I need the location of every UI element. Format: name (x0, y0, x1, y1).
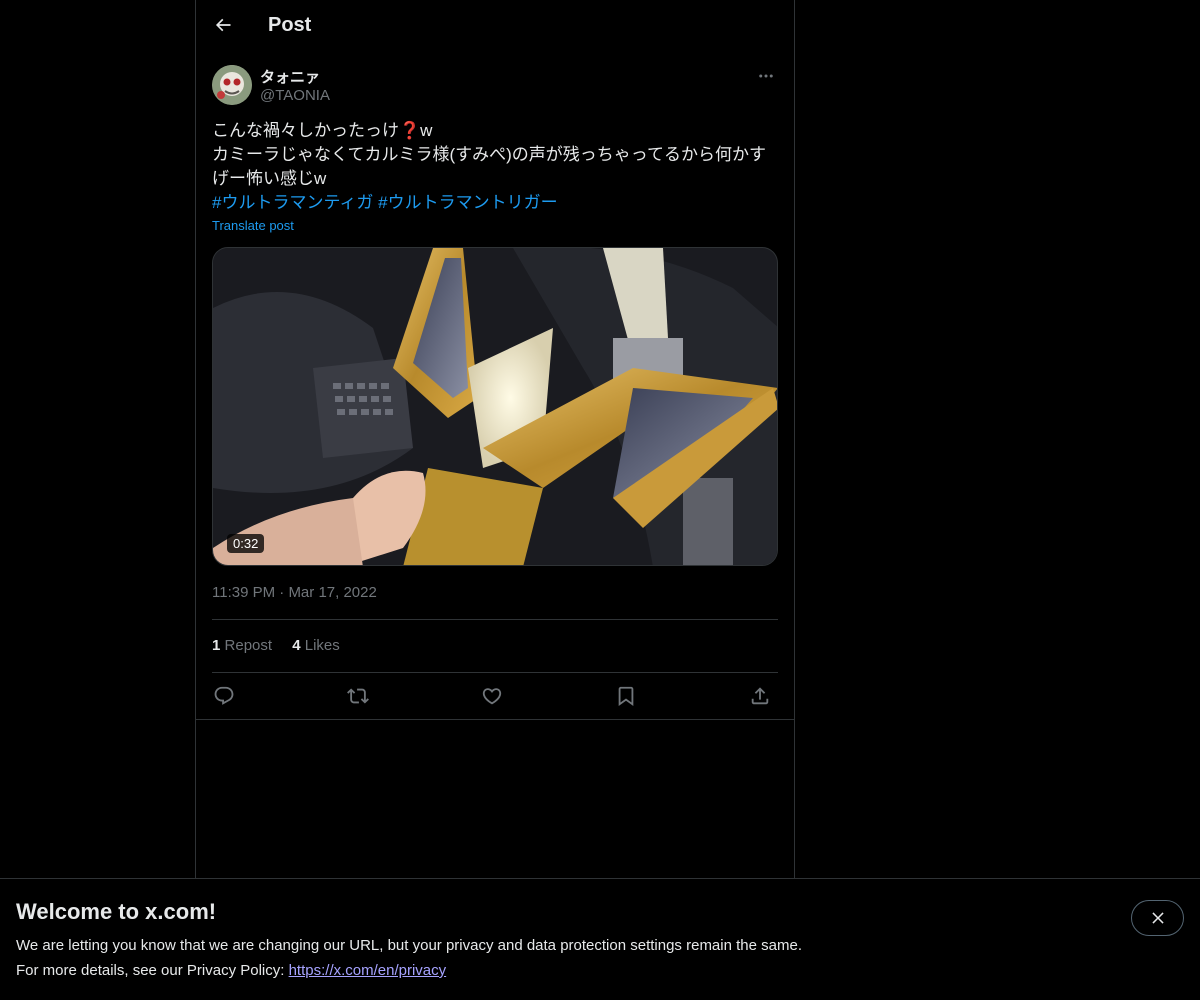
hashtag-list: #ウルトラマンティガ #ウルトラマントリガー (212, 191, 778, 215)
share-button[interactable] (748, 684, 772, 708)
video-duration: 0:32 (227, 534, 265, 553)
hashtag-link[interactable]: #ウルトラマンティガ (212, 193, 373, 212)
reply-button[interactable] (212, 684, 236, 708)
more-horizontal-icon (759, 74, 773, 78)
post-timestamp: 11:39 PM · Mar 17, 2022 (212, 584, 377, 601)
likes-count: 4 (292, 637, 301, 654)
post-author: タォニァ @TAONIA (212, 64, 778, 108)
likes-label: Likes (304, 637, 340, 654)
post-time[interactable]: 11:39 PM (212, 584, 275, 601)
repost-icon (347, 688, 369, 704)
post-text-line: カミーラじゃなくてカルミラ様(すみぺ)の声が残っちゃってるから何かす (212, 145, 766, 164)
avatar-image (212, 65, 252, 105)
back-button[interactable] (206, 8, 240, 42)
translate-post-link[interactable]: Translate post (212, 218, 294, 233)
post-actions (212, 684, 778, 708)
hashtag-link[interactable]: #ウルトラマントリガー (378, 193, 557, 212)
author-handle[interactable]: @TAONIA (260, 87, 330, 104)
banner-policy-prefix: For more details, see our Privacy Policy… (16, 962, 289, 979)
avatar[interactable] (212, 65, 252, 105)
post-text: こんな禍々しかったっけ❓w カミーラじゃなくてカルミラ様(すみぺ)の声が残っちゃ… (212, 119, 778, 215)
post-text-line: げー怖い感じw (212, 169, 327, 188)
timestamp-separator: · (279, 584, 285, 601)
page-title: Post (268, 14, 312, 36)
reply-icon (214, 686, 234, 705)
video-thumbnail (213, 248, 777, 565)
like-icon (482, 688, 502, 705)
privacy-policy-link[interactable]: https://x.com/en/privacy (289, 962, 447, 979)
arrow-left-icon (215, 18, 231, 32)
divider (212, 672, 778, 673)
reposts-label: Repost (224, 637, 273, 654)
bookmark-icon (618, 686, 634, 707)
banner-policy-line: For more details, see our Privacy Policy… (16, 962, 446, 979)
post-stats: 1 Repost 4 Likes (212, 637, 356, 654)
reposts-count: 1 (212, 637, 221, 654)
share-icon (751, 687, 769, 705)
welcome-banner: Welcome to x.com! We are letting you kno… (0, 878, 1200, 1000)
divider (196, 719, 794, 720)
page-header: Post (196, 0, 794, 53)
banner-title: Welcome to x.com! (16, 899, 217, 924)
likes-stat[interactable]: 4 Likes (292, 637, 340, 654)
divider (212, 619, 778, 620)
more-options-button[interactable] (754, 64, 778, 88)
post-video[interactable]: 0:32 (212, 247, 778, 566)
post-text-line: こんな禍々しかったっけ❓w (212, 121, 433, 140)
bookmark-button[interactable] (614, 684, 638, 708)
close-banner-button[interactable] (1131, 900, 1184, 936)
reposts-stat[interactable]: 1 Repost (212, 637, 272, 654)
repost-button[interactable] (346, 684, 370, 708)
banner-message: We are letting you know that we are chan… (16, 937, 802, 954)
like-button[interactable] (480, 684, 504, 708)
post-date[interactable]: Mar 17, 2022 (288, 584, 376, 601)
main-column: Post タォニァ @TAONIA こんな禍々しかったっけ❓w カミーラじゃなく… (195, 0, 795, 1000)
author-display-name[interactable]: タォニァ (260, 66, 320, 87)
close-icon (1151, 912, 1164, 924)
